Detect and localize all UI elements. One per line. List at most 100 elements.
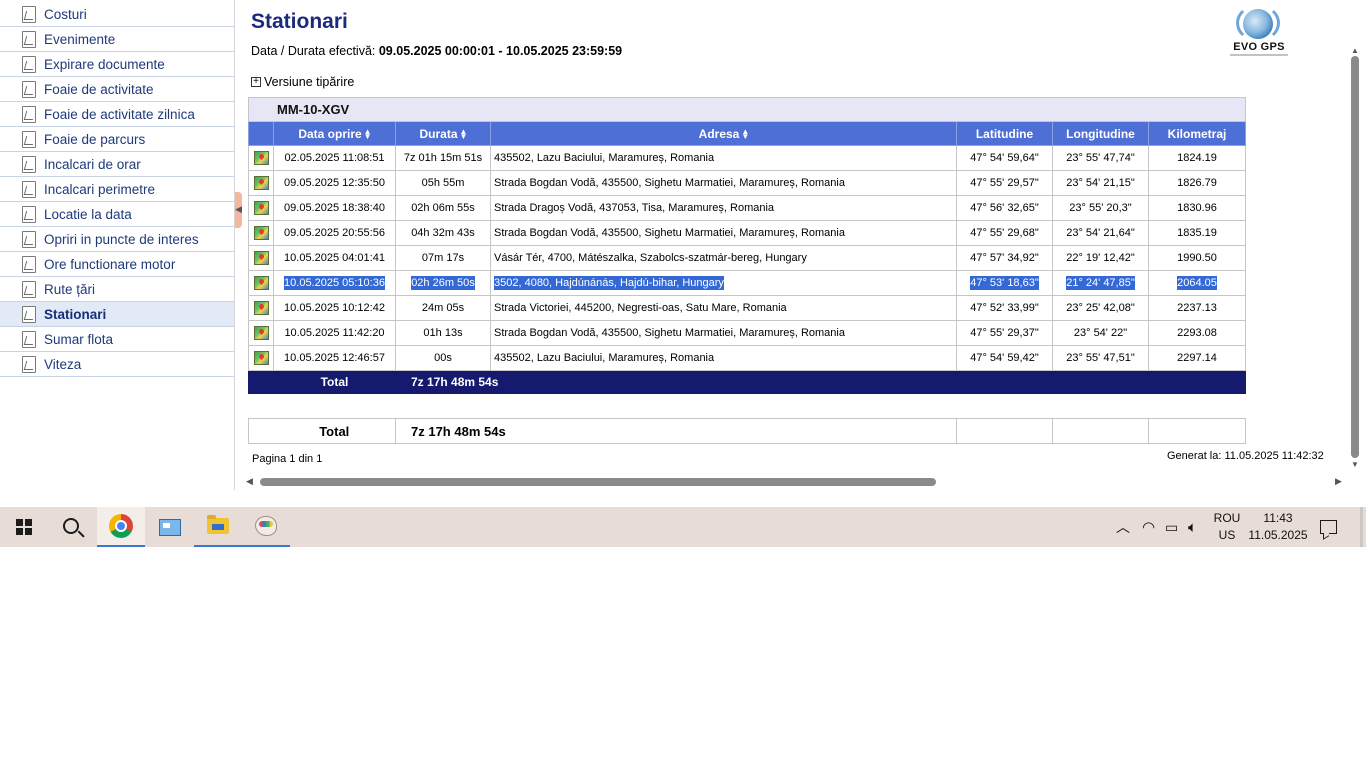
map-icon[interactable] (253, 226, 269, 240)
cell-km: 2064.05 (1148, 270, 1246, 296)
pdf-icon (22, 30, 36, 48)
cell-text: 1835.19 (1177, 227, 1217, 239)
header-durata[interactable]: Durata ▲ ▼ (395, 121, 491, 146)
scroll-left-icon[interactable]: ◀ (246, 476, 253, 487)
vertical-scrollbar[interactable]: ▲ ▼ (1349, 46, 1361, 473)
cell-address: Strada Bogdan Vodă, 435500, Sighetu Marm… (490, 320, 957, 346)
header-data-oprire[interactable]: Data oprire ▲ ▼ (273, 121, 396, 146)
cell-text: 23° 54' 21,64" (1066, 227, 1135, 239)
logo-tagline-bar (1230, 54, 1288, 56)
table-row[interactable]: 10.05.2025 05:10:36 02h 26m 50s 3502, 4080… (248, 270, 1246, 296)
scroll-right-icon[interactable]: ▶ (1335, 476, 1342, 487)
map-icon[interactable] (253, 351, 269, 365)
start-button[interactable] (0, 507, 48, 547)
cell-address: Strada Bogdan Vodă, 435500, Sighetu Marm… (490, 220, 957, 246)
cell-text: 01h 13s (423, 327, 463, 339)
table-row[interactable]: 09.05.2025 12:35:50 05h 55m Strada Bogdan … (248, 170, 1246, 196)
cell-text: 23° 25' 42,08" (1066, 302, 1135, 314)
show-desktop-button[interactable] (1360, 507, 1363, 547)
cell-text: Vásár Tér, 4700, Mátészalka, Szabolcs-sz… (494, 252, 807, 264)
report-main: Stationari Data / Durata efectivă: 09.05… (242, 0, 1366, 490)
print-version-toggle[interactable]: + Versiune tipărire (251, 75, 354, 89)
clock-time: 11:43 (1263, 511, 1293, 525)
sidebar-item-expirare-documente[interactable]: Expirare documente (0, 52, 234, 77)
sidebar-item-incalcari-de-orar[interactable]: Incalcari de orar (0, 152, 234, 177)
sort-icon[interactable]: ▲ ▼ (741, 128, 749, 141)
clock[interactable]: 11:43 11.05.2025 (1246, 507, 1310, 547)
cell-text: 3502, 4080, Hajdúnánás, Hajdú-bihar, Hun… (494, 276, 724, 290)
cell-lon: 22° 19' 12,42" (1052, 245, 1149, 271)
expand-plus-icon: + (251, 77, 261, 87)
map-icon[interactable] (253, 301, 269, 315)
total-label: Total (273, 370, 396, 394)
map-icon[interactable] (253, 276, 269, 290)
sidebar-item-opriri-in-puncte-de-interes[interactable]: Opriri in puncte de interes (0, 227, 234, 252)
sort-icon[interactable]: ▲ ▼ (364, 128, 372, 141)
header-adresa[interactable]: Adresa ▲ ▼ (490, 121, 957, 146)
pdf-icon (22, 130, 36, 148)
volume-icon[interactable]: 🔈︎ (1188, 507, 1197, 547)
battery-icon[interactable]: ▭ (1165, 507, 1178, 547)
table-row[interactable]: 10.05.2025 04:01:41 07m 17s Vásár Tér, 470… (248, 245, 1246, 271)
evo-gps-logo: EVO GPS (1226, 4, 1292, 56)
cell-text: 21° 24' 47,85" (1066, 276, 1135, 290)
vehicle-plate: MM-10-XGV (248, 97, 1246, 122)
vertical-scroll-thumb[interactable] (1351, 56, 1359, 458)
cell-lat: 47° 56' 32,65" (956, 195, 1053, 221)
table-row[interactable]: 10.05.2025 11:42:20 01h 13s Strada Bogdan … (248, 320, 1246, 346)
sidebar-collapse-handle[interactable]: ◀ (235, 192, 242, 228)
table-row[interactable]: 09.05.2025 18:38:40 02h 06m 55s Strada Dra… (248, 195, 1246, 221)
windows-logo-icon (16, 519, 32, 535)
pdf-icon (22, 205, 36, 223)
sidebar-item-evenimente[interactable]: Evenimente (0, 27, 234, 52)
cell-km: 2293.08 (1148, 320, 1246, 346)
table-row[interactable]: 10.05.2025 10:12:42 24m 05s Strada Victori… (248, 295, 1246, 321)
sidebar-item-incalcari-perimetre[interactable]: Incalcari perimetre (0, 177, 234, 202)
language-indicator[interactable]: ROU US (1212, 507, 1242, 547)
sidebar-item-label: Foaie de activitate zilnica (44, 106, 195, 122)
horizontal-scroll-thumb[interactable] (260, 478, 936, 486)
remote-desktop-icon (159, 518, 181, 536)
sidebar-item-stationari[interactable]: Stationari (0, 302, 234, 327)
cell-text: 2297.14 (1177, 352, 1217, 364)
sidebar-item-label: Foaie de activitate (44, 81, 154, 97)
sidebar-item-sumar-flota[interactable]: Sumar flota (0, 327, 234, 352)
show-hidden-icons-button[interactable]: ︿ (1116, 507, 1130, 547)
sidebar-item-viteza[interactable]: Viteza (0, 352, 234, 377)
sidebar-item-costuri[interactable]: Costuri (0, 2, 234, 27)
sidebar-item-label: Incalcari perimetre (44, 181, 156, 197)
notification-center-button[interactable] (1320, 507, 1337, 547)
sidebar-item-ore-functionare-motor[interactable]: Ore functionare motor (0, 252, 234, 277)
sidebar-item-rute-țări[interactable]: Rute țări (0, 277, 234, 302)
paint-taskbar-button[interactable] (242, 507, 290, 547)
network-icon[interactable]: ◠ (1142, 507, 1155, 547)
table-row[interactable]: 09.05.2025 20:55:56 04h 32m 43s Strada Bog… (248, 220, 1246, 246)
cell-text: Strada Victoriei, 445200, Negresti-oas, … (494, 302, 787, 314)
sidebar-item-label: Foaie de parcurs (44, 131, 146, 147)
map-icon[interactable] (253, 176, 269, 190)
map-icon[interactable] (253, 326, 269, 340)
map-icon[interactable] (253, 201, 269, 215)
cell-lat: 47° 57' 34,92" (956, 245, 1053, 271)
search-button[interactable] (48, 507, 96, 547)
chrome-taskbar-button[interactable] (97, 507, 145, 547)
cell-text: Strada Bogdan Vodă, 435500, Sighetu Marm… (494, 177, 845, 189)
scroll-down-icon[interactable]: ▼ (1351, 460, 1359, 469)
table-row[interactable]: 02.05.2025 11:08:51 7z 01h 15m 51s 435502,… (248, 145, 1246, 171)
map-icon[interactable] (253, 251, 269, 265)
sidebar-item-foaie-de-activitate[interactable]: Foaie de activitate (0, 77, 234, 102)
scroll-up-icon[interactable]: ▲ (1351, 46, 1359, 55)
cell-text: 23° 54' 22" (1073, 327, 1128, 339)
cell-date: 09.05.2025 18:38:40 (273, 195, 396, 221)
table-row[interactable]: 10.05.2025 12:46:57 00s 435502, Lazu Baciu… (248, 345, 1246, 371)
sort-icon[interactable]: ▲ ▼ (460, 128, 468, 141)
sidebar-item-locatie-la-data[interactable]: Locatie la data (0, 202, 234, 227)
file-explorer-taskbar-button[interactable] (194, 507, 242, 547)
sidebar-item-foaie-de-activitate-zilnica[interactable]: Foaie de activitate zilnica (0, 102, 234, 127)
map-icon[interactable] (253, 151, 269, 165)
horizontal-scrollbar[interactable]: ◀ ▶ (246, 475, 1346, 489)
remote-desktop-taskbar-button[interactable] (146, 507, 194, 547)
pdf-icon (22, 5, 36, 23)
sidebar-item-foaie-de-parcurs[interactable]: Foaie de parcurs (0, 127, 234, 152)
cell-duration: 01h 13s (395, 320, 491, 346)
